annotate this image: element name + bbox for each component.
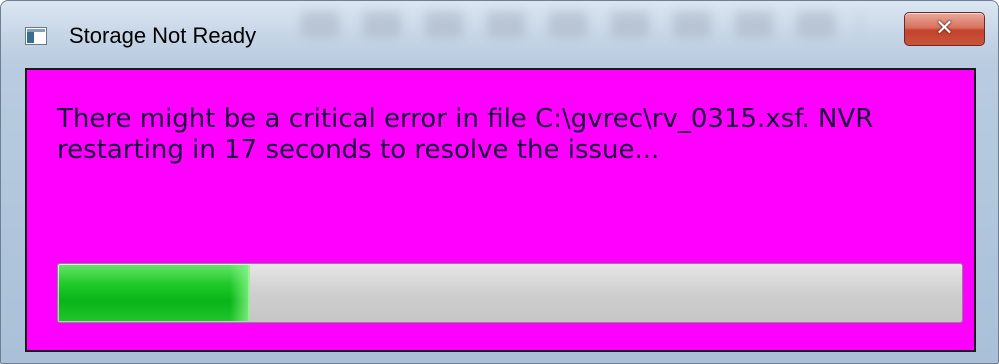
window-app-icon bbox=[25, 27, 47, 45]
close-button[interactable]: ✕ bbox=[904, 12, 985, 46]
dialog-window: Storage Not Ready ✕ There might be a cri… bbox=[0, 0, 999, 364]
restart-progress-bar bbox=[57, 263, 963, 323]
dialog-content: There might be a critical error in file … bbox=[25, 68, 976, 352]
window-title: Storage Not Ready bbox=[69, 23, 257, 48]
close-icon: ✕ bbox=[935, 16, 954, 41]
title-bar[interactable]: Storage Not Ready ✕ bbox=[1, 1, 998, 69]
progress-fill bbox=[59, 265, 250, 321]
error-message: There might be a critical error in file … bbox=[57, 104, 874, 165]
